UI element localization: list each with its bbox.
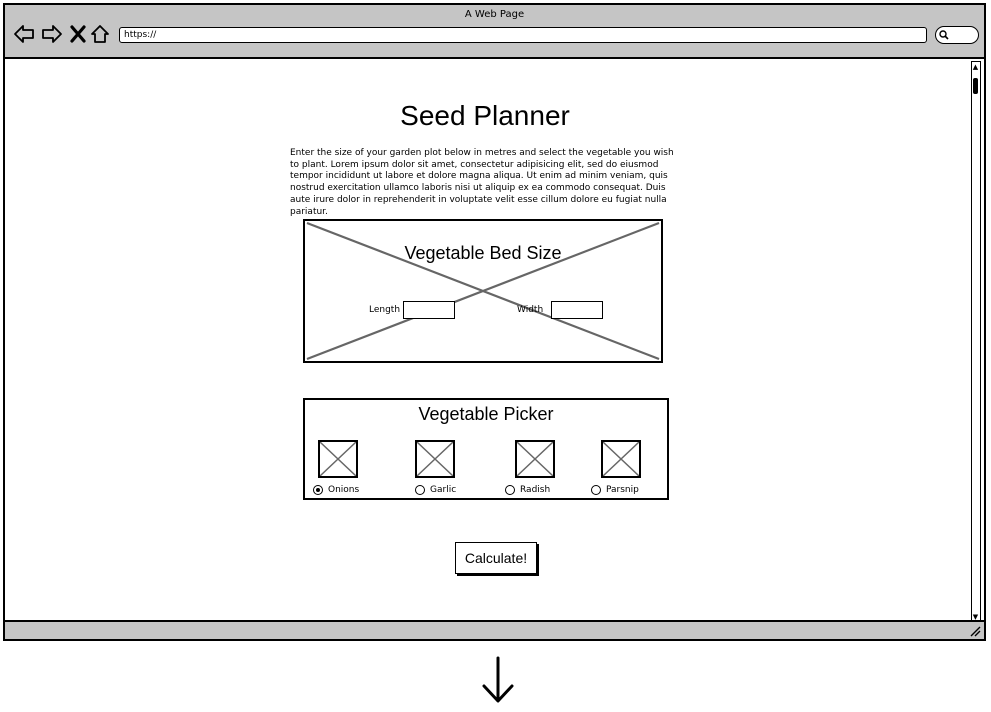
address-bar[interactable]: https://	[119, 27, 927, 43]
width-input[interactable]	[551, 301, 603, 319]
radio-radish[interactable]: Radish	[505, 485, 550, 495]
browser-search-box[interactable]	[935, 26, 979, 44]
scroll-up-icon[interactable]: ▲	[972, 62, 979, 72]
calculate-button[interactable]: Calculate!	[455, 542, 537, 574]
radio-unselected-icon	[505, 485, 515, 495]
radio-unselected-icon	[591, 485, 601, 495]
page-title: Seed Planner	[400, 100, 570, 131]
vegetable-picker-panel: Vegetable Picker Onions Garlic Radish Pa…	[303, 398, 669, 500]
radio-selected-icon	[313, 485, 323, 495]
window-title: A Web Page	[464, 9, 525, 20]
garlic-image-placeholder	[415, 440, 455, 478]
scroll-thumb[interactable]	[973, 78, 978, 94]
radio-label: Radish	[520, 485, 551, 495]
picker-title: Vegetable Picker	[418, 404, 554, 424]
home-icon[interactable]	[89, 23, 111, 45]
radish-image-placeholder	[515, 440, 555, 478]
back-arrow-icon[interactable]	[13, 23, 35, 45]
parsnip-image-placeholder	[601, 440, 641, 478]
bed-size-title: Vegetable Bed Size	[404, 243, 562, 263]
down-arrow-icon	[482, 656, 514, 703]
width-label: Width	[517, 305, 544, 315]
forward-arrow-icon[interactable]	[41, 23, 63, 45]
resize-grip-icon[interactable]	[969, 625, 981, 637]
radio-garlic[interactable]: Garlic	[415, 485, 456, 495]
radio-onions[interactable]: Onions	[313, 485, 359, 495]
title-bar: A Web Page https://	[5, 5, 984, 59]
image-placeholder-icon	[306, 221, 660, 361]
status-bar	[5, 620, 984, 639]
length-label: Length	[369, 305, 401, 315]
length-input[interactable]	[403, 301, 455, 319]
vertical-scrollbar[interactable]: ▲ ▼	[971, 61, 981, 623]
radio-label: Garlic	[430, 485, 457, 495]
search-icon	[939, 30, 949, 40]
close-x-icon[interactable]	[67, 23, 89, 45]
vegetable-bed-size-panel: Vegetable Bed Size Length Width	[303, 219, 663, 363]
onions-image-placeholder	[318, 440, 358, 478]
radio-label: Onions	[328, 485, 360, 495]
radio-parsnip[interactable]: Parsnip	[591, 485, 639, 495]
intro-paragraph: Enter the size of your garden plot below…	[290, 148, 674, 217]
radio-label: Parsnip	[606, 485, 639, 495]
radio-unselected-icon	[415, 485, 425, 495]
